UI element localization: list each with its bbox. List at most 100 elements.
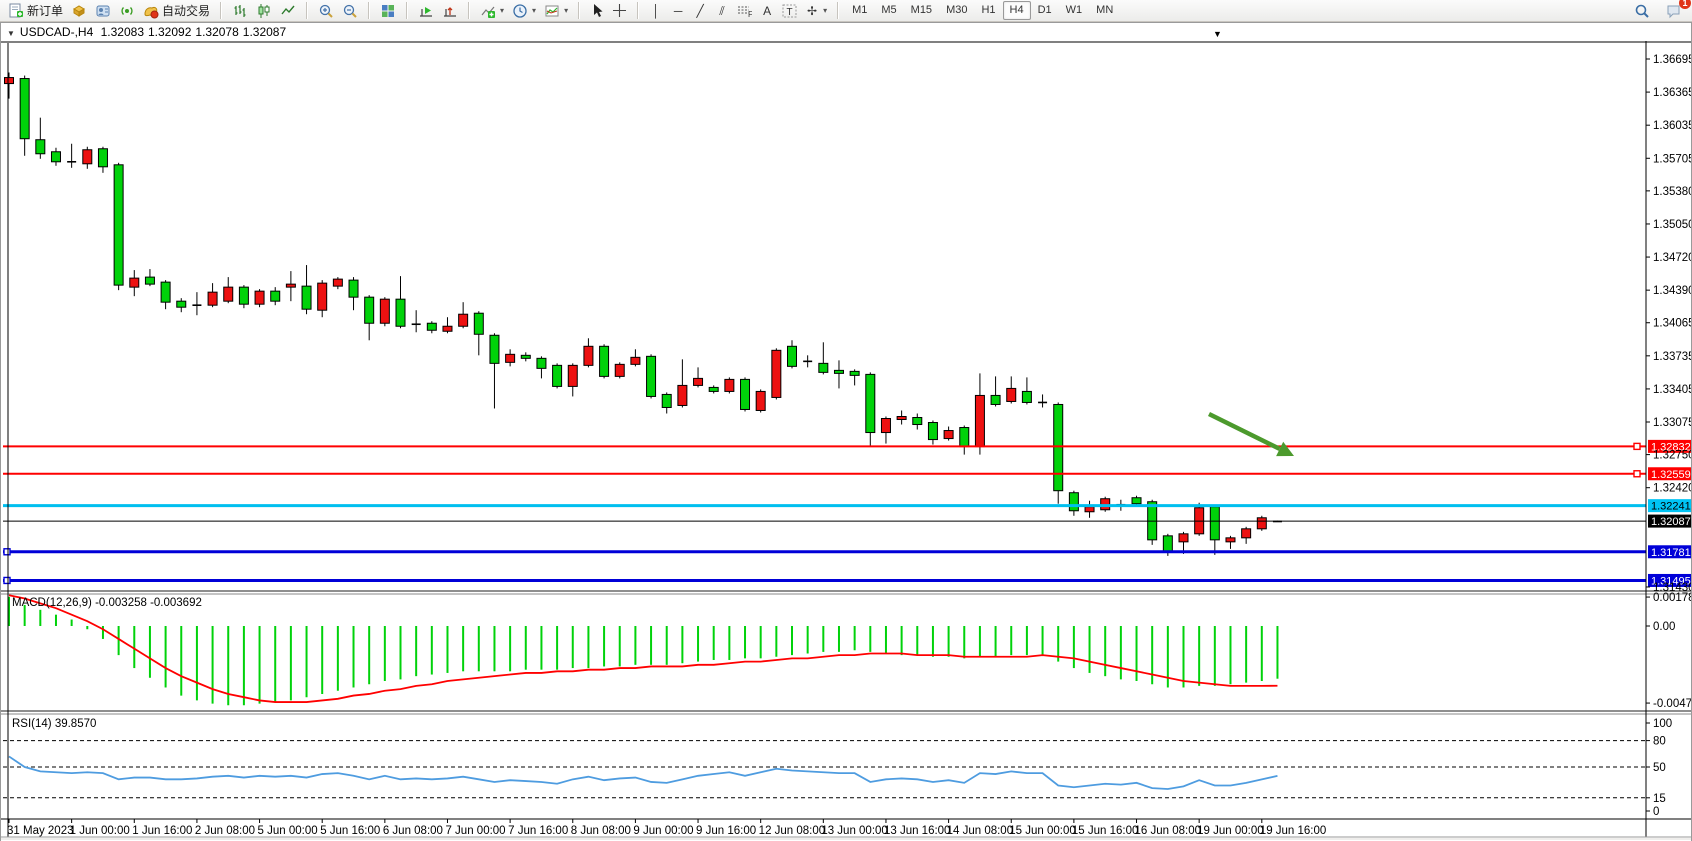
candle-down (709, 387, 718, 391)
time-axis-label: 13 Jun 00:00 (821, 825, 888, 837)
candle-up (694, 378, 703, 385)
autotrading-button[interactable]: 自动交易 (139, 0, 214, 21)
rsi-axis-label: 80 (1653, 736, 1666, 748)
fibonacci-button[interactable]: F (733, 0, 756, 21)
hline-handle[interactable] (4, 549, 10, 555)
indicators-button[interactable]: ▾ (476, 0, 508, 21)
trendline-icon: ╱ (693, 5, 707, 17)
macd-axis-label: -0.004763 (1653, 698, 1691, 710)
candle-down (427, 323, 436, 330)
candle-down (600, 346, 609, 376)
price-axis-label: 1.33405 (1653, 384, 1691, 396)
equidistant-channel-button[interactable]: ⫽ (711, 0, 733, 21)
rsi-label: RSI(14) 39.8570 (12, 718, 96, 730)
timeframe-button-H4[interactable]: H4 (1003, 1, 1031, 20)
macd-axis-label: 0.00 (1653, 621, 1675, 633)
chart-title-bar[interactable]: ▼USDCAD-,H4 1.320831.320921.320781.32087… (1, 23, 1691, 41)
candle-up (443, 326, 452, 331)
timeframe-button-W1[interactable]: W1 (1059, 1, 1090, 20)
zoom-out-button[interactable] (338, 0, 362, 21)
time-axis-label: 8 Jun 08:00 (571, 825, 631, 837)
tile-windows-button[interactable] (376, 0, 400, 21)
chart-shift-icon (442, 3, 458, 19)
svg-text:T: T (787, 7, 793, 18)
text-label-button[interactable]: T (778, 0, 801, 21)
notifications-button[interactable]: 1 (1662, 0, 1686, 21)
price-axis-label: 1.36695 (1653, 54, 1691, 66)
cursor-group (582, 0, 635, 21)
trendline-button[interactable]: ╱ (689, 0, 711, 21)
candle-down (647, 356, 656, 396)
price-axis-label: 1.31430 (1653, 582, 1691, 594)
candle-down (396, 299, 405, 326)
cursor-icon (590, 3, 604, 18)
candle-down (271, 291, 280, 301)
auto-scroll-button[interactable] (414, 0, 438, 21)
new-order-button[interactable]: 新订单 (4, 0, 67, 21)
search-button[interactable] (1630, 0, 1654, 21)
toolbar-separator (637, 2, 639, 19)
chart-plot[interactable]: 1.328321.325591.322411.320871.317811.314… (1, 41, 1691, 840)
candle-down (365, 297, 374, 323)
timeframe-button-M15[interactable]: M15 (904, 1, 939, 20)
timeframe-button-D1[interactable]: D1 (1031, 1, 1059, 20)
chart-menu-dropdown-icon[interactable]: ▼ (7, 29, 15, 38)
timeframe-button-M5[interactable]: M5 (874, 1, 903, 20)
candle-down (1069, 493, 1078, 511)
ohlc-open: 1.32083 (101, 25, 144, 39)
candle-down (1054, 404, 1063, 490)
hline-handle[interactable] (1634, 443, 1640, 449)
candle-up (568, 365, 577, 386)
line-chart-button[interactable] (276, 0, 300, 21)
timeframe-button-H1[interactable]: H1 (974, 1, 1002, 20)
timeframe-button-M1[interactable]: M1 (845, 1, 874, 20)
candle-up (881, 419, 890, 433)
text-button[interactable]: A (756, 0, 778, 21)
toolbar-separator (220, 2, 222, 19)
chart-background (1, 41, 1691, 840)
price-axis-label: 1.34065 (1653, 318, 1691, 330)
periods-button[interactable]: ▾ (508, 0, 540, 21)
toolbar-separator (837, 2, 839, 19)
arrows-button[interactable]: ✢▾ (801, 0, 831, 21)
candle-down (302, 286, 311, 309)
crosshair-button[interactable] (608, 0, 631, 21)
deposit-button[interactable] (67, 0, 91, 21)
candle-up (1242, 529, 1251, 538)
candle-up (333, 279, 342, 286)
objects-group: │ ─ ╱ ⫽ F A T ✢▾ (641, 0, 835, 21)
candle-up (459, 314, 468, 326)
vertical-line-button[interactable]: │ (645, 0, 667, 21)
candlestick-chart-button[interactable] (252, 0, 276, 21)
cursor-button[interactable] (586, 0, 608, 21)
time-axis-label: 5 Jun 16:00 (320, 825, 380, 837)
toolbar: 新订单 (0, 0, 1692, 22)
horizontal-line-button[interactable]: ─ (667, 0, 689, 21)
candle-down (788, 346, 797, 366)
zoom-in-button[interactable] (314, 0, 338, 21)
timeframe-button-M30[interactable]: M30 (939, 1, 974, 20)
channel-icon: ⫽ (715, 5, 729, 17)
ohlc-high: 1.32092 (148, 25, 191, 39)
bar-chart-button[interactable] (228, 0, 252, 21)
timeframe-button-MN[interactable]: MN (1089, 1, 1120, 20)
candle-up (224, 287, 233, 301)
time-axis-label: 31 May 2023 (7, 825, 74, 837)
text-label-icon: T (782, 4, 797, 18)
hline-handle[interactable] (1634, 471, 1640, 477)
candle-up (1085, 507, 1094, 512)
accounts-button[interactable] (91, 0, 115, 21)
dropdown-arrow-icon: ▾ (564, 6, 568, 15)
rsi-axis-label: 50 (1653, 762, 1666, 774)
candle-down (36, 140, 45, 154)
timeframes-group: M1M5M15M30H1H4D1W1MN (841, 0, 1124, 21)
signals-button[interactable] (115, 0, 139, 21)
candle-down (913, 418, 922, 425)
time-axis-label: 15 Jun 00:00 (1009, 825, 1076, 837)
price-axis-label: 1.36035 (1653, 120, 1691, 132)
chart-shift-button[interactable] (438, 0, 462, 21)
templates-button[interactable]: ▾ (540, 0, 572, 21)
candle-up (208, 292, 217, 305)
time-axis-label: 16 Jun 08:00 (1135, 825, 1202, 837)
hline-handle[interactable] (4, 577, 10, 583)
